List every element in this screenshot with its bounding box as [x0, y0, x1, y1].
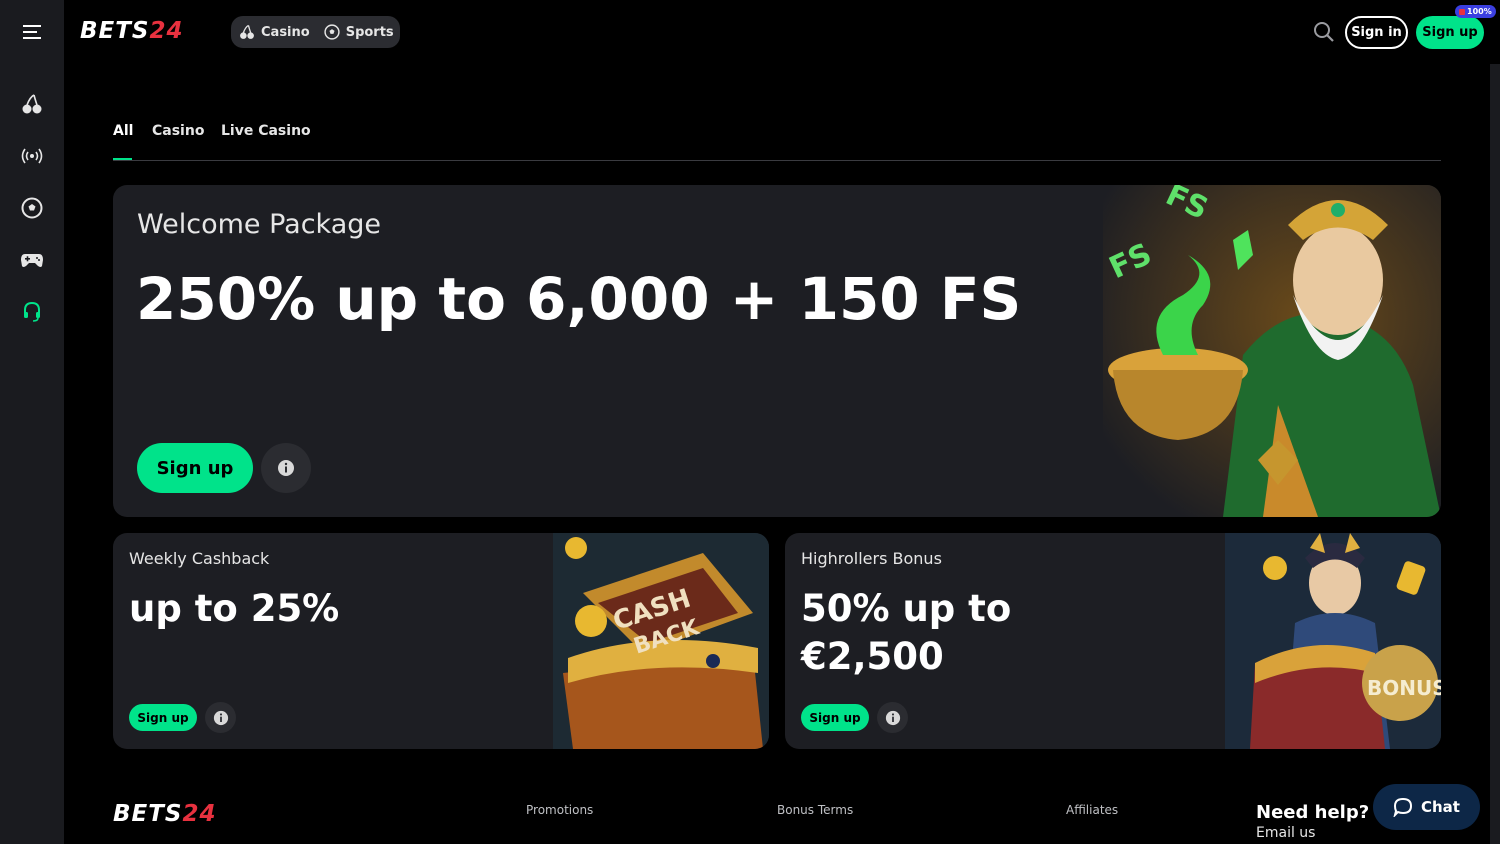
footer-logo-text-number: 24 [182, 801, 217, 827]
highroller-hero-illustration: BONUS [1225, 533, 1441, 749]
cashback-sign-up-button[interactable]: Sign up [129, 704, 197, 731]
footer-brand-logo[interactable]: BETS24 [113, 801, 217, 827]
info-icon[interactable] [877, 702, 908, 733]
info-icon[interactable] [205, 702, 236, 733]
chat-bubble-icon [1393, 797, 1413, 817]
cherry-icon[interactable] [14, 86, 50, 122]
cashback-title: Weekly Cashback [129, 549, 270, 568]
left-sidebar [0, 0, 64, 844]
logo-text-main: BETS [80, 18, 150, 44]
badge-label: 100% [1467, 7, 1492, 16]
pill-sports[interactable]: Sports [324, 24, 394, 40]
brand-logo[interactable]: BETS24 [80, 18, 184, 44]
gamepad-icon[interactable] [14, 242, 50, 278]
chat-button[interactable]: Chat [1373, 784, 1480, 830]
menu-icon[interactable] [14, 14, 50, 50]
logo-text-number: 24 [149, 18, 184, 44]
email-us-link[interactable]: Email us [1256, 825, 1315, 841]
live-broadcast-icon[interactable] [14, 138, 50, 174]
footer-link-promotions[interactable]: Promotions [526, 803, 593, 817]
chat-label: Chat [1421, 798, 1460, 816]
highrollers-title: Highrollers Bonus [801, 549, 942, 568]
headset-support-icon[interactable] [14, 294, 50, 330]
pill-casino-label: Casino [261, 24, 310, 40]
page-scrollbar[interactable] [1490, 64, 1500, 844]
active-tab-indicator [113, 158, 132, 160]
tab-casino[interactable]: Casino [152, 123, 204, 139]
footer-link-affiliates[interactable]: Affiliates [1066, 803, 1118, 817]
pill-casino[interactable]: Casino [239, 24, 310, 40]
footer-link-bonus-terms[interactable]: Bonus Terms [777, 803, 853, 817]
tab-all[interactable]: All [113, 123, 133, 139]
soccer-ball-icon [324, 24, 340, 40]
info-icon[interactable] [261, 443, 311, 493]
wizard-illustration: FS FS [1103, 185, 1441, 517]
sign-in-button[interactable]: Sign in [1345, 16, 1408, 49]
highrollers-art-text: BONUS [1367, 676, 1441, 700]
soccer-ball-icon[interactable] [14, 190, 50, 226]
highrollers-headline-line-2: €2,500 [801, 635, 944, 678]
bonus-badge: 100% [1455, 5, 1496, 18]
product-switcher: Casino Sports [231, 16, 400, 48]
need-help-heading: Need help? [1256, 802, 1370, 823]
highrollers-headline-line-1: 50% up to [801, 587, 1012, 630]
sign-up-button-header[interactable]: Sign up [1416, 16, 1484, 49]
cashback-headline: up to 25% [129, 587, 340, 630]
welcome-package-card[interactable]: Welcome Package 250% up to 6,000 + 150 F… [113, 185, 1441, 517]
tab-live-casino[interactable]: Live Casino [221, 123, 311, 139]
welcome-headline: 250% up to 6,000 + 150 FS [136, 265, 1022, 333]
highrollers-sign-up-button[interactable]: Sign up [801, 704, 869, 731]
search-icon[interactable] [1312, 20, 1336, 44]
welcome-sign-up-button[interactable]: Sign up [137, 443, 253, 493]
weekly-cashback-card[interactable]: Weekly Cashback up to 25% Sign up CASH B… [113, 533, 769, 749]
pill-sports-label: Sports [345, 24, 394, 40]
promo-tabs: All Casino Live Casino [113, 118, 1441, 161]
treasure-chest-illustration: CASH BACK [553, 533, 769, 749]
gift-icon [1459, 8, 1465, 15]
cherry-icon [240, 24, 254, 39]
footer-logo-text-main: BETS [113, 801, 183, 827]
welcome-title: Welcome Package [137, 209, 382, 240]
highrollers-bonus-card[interactable]: Highrollers Bonus 50% up to €2,500 Sign … [785, 533, 1441, 749]
